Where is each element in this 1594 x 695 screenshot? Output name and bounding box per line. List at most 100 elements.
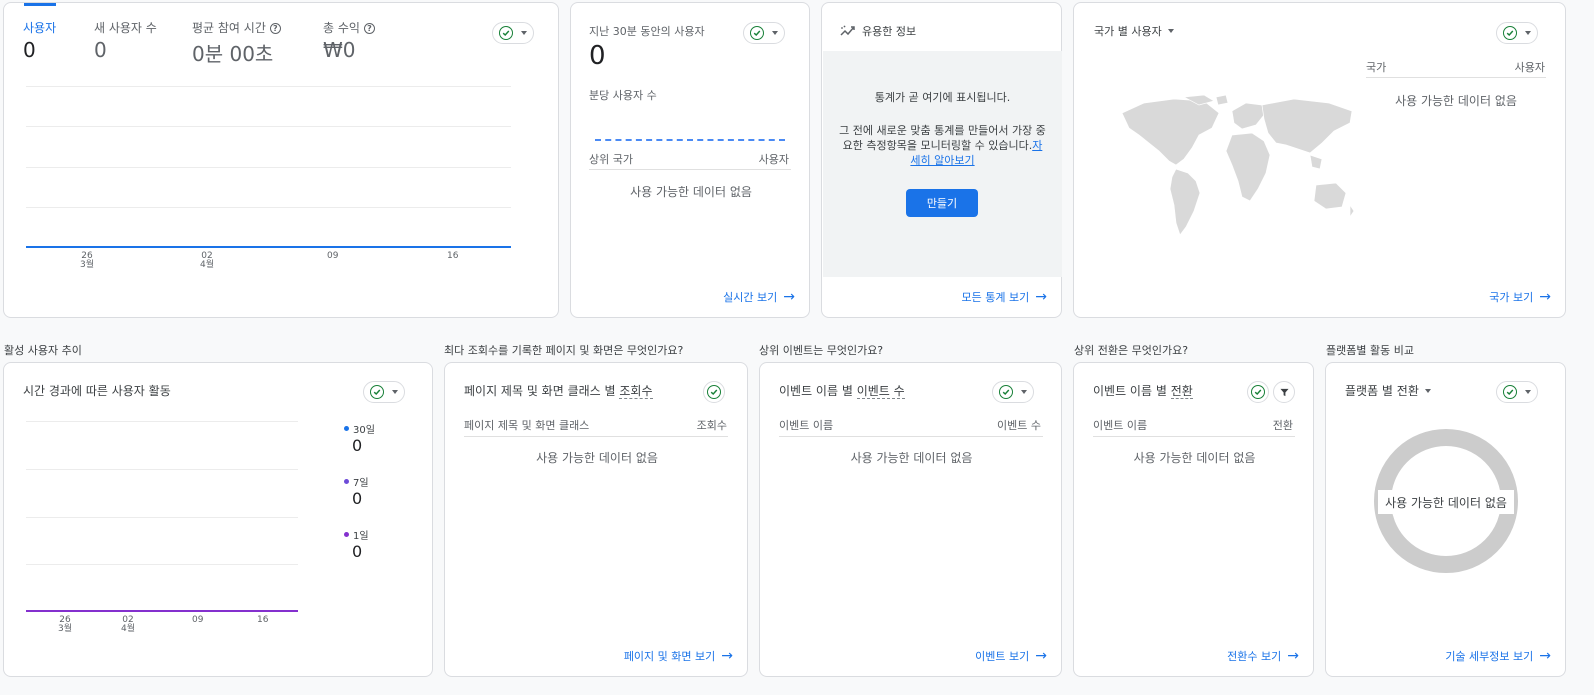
section-events: 상위 이벤트는 무엇인가요? <box>759 344 884 357</box>
x-tick: 16 <box>447 251 459 261</box>
help-icon[interactable]: ? <box>363 23 375 34</box>
arrow-right-icon: → <box>783 289 795 305</box>
divider <box>779 436 1043 437</box>
view-all-insights-link[interactable]: 모든 통계 보기 → <box>962 289 1047 305</box>
realtime-title: 지난 30분 동안의 사용자 <box>589 25 705 38</box>
card-options-dropdown[interactable] <box>1496 381 1538 403</box>
check-circle-icon <box>1503 26 1517 40</box>
view-countries-link[interactable]: 국가 보기 → <box>1489 289 1551 305</box>
tab-revenue[interactable]: 총 수익? ₩0 <box>323 19 375 62</box>
card-options-dropdown[interactable] <box>743 22 785 44</box>
check-circle-icon <box>999 385 1013 399</box>
platform-metric-selector[interactable]: 플랫폼 별 전환 <box>1345 382 1431 399</box>
card-options-dropdown[interactable] <box>1496 22 1538 44</box>
tab-new-users[interactable]: 새 사용자 수 0 <box>94 19 157 62</box>
trending-icon <box>840 25 855 36</box>
grid-line <box>26 207 511 208</box>
col-conversions: 전환 <box>1272 419 1293 432</box>
card-options-button[interactable] <box>1247 381 1269 403</box>
world-map <box>1121 94 1355 236</box>
conversions-card: 이벤트 이름 별 전환 이벤트 이름 전환 사용 가능한 데이터 없음 전환수 … <box>1073 362 1314 677</box>
chevron-down-icon <box>1167 29 1174 33</box>
chart-line-users <box>26 246 511 248</box>
tab-engagement-time[interactable]: 평균 참여 시간? 0분 00초 <box>192 19 281 67</box>
country-card: 국가 별 사용자 국가 사용자 사용 가능한 데이터 없음 국가 보기 → <box>1073 2 1566 318</box>
tab-users[interactable]: 사용자 0 <box>23 19 56 62</box>
col-users: 사용자 <box>1514 61 1545 74</box>
grid-line <box>26 469 298 470</box>
card-options-dropdown[interactable] <box>992 381 1034 403</box>
view-conversions-link[interactable]: 전환수 보기 → <box>1227 648 1299 664</box>
no-data-text: 사용 가능한 데이터 없음 <box>630 185 752 199</box>
x-tick: 02 4월 <box>200 251 215 270</box>
grid-line <box>26 564 298 565</box>
realtime-value: 0 <box>589 41 606 71</box>
view-all-insights-label: 모든 통계 보기 <box>961 291 1030 304</box>
x-tick: 26 3월 <box>80 251 95 270</box>
insights-line1: 통계가 곧 여기에 표시됩니다. <box>874 91 1011 104</box>
country-metric-selector[interactable]: 국가 별 사용자 <box>1094 23 1174 39</box>
view-tech-details-label: 기술 세부정보 보기 <box>1445 650 1534 663</box>
events-title-metric[interactable]: 이벤트 수 <box>856 384 905 399</box>
tab-revenue-label: 총 수익 <box>323 21 360 35</box>
create-button[interactable]: 만들기 <box>906 189 978 217</box>
events-title: 이벤트 이름 별 이벤트 수 <box>779 382 905 399</box>
view-realtime-link[interactable]: 실시간 보기 → <box>723 289 795 305</box>
insights-title: 유용한 정보 <box>862 25 917 38</box>
realtime-card: 지난 30분 동안의 사용자 0 분당 사용자 수 상위 국가 사용자 사용 가… <box>570 2 810 318</box>
pages-title-metric[interactable]: 조회수 <box>619 384 653 399</box>
insights-header: 유용한 정보 <box>840 23 916 39</box>
col-users: 사용자 <box>758 153 789 166</box>
no-data-text: 사용 가능한 데이터 없음 <box>1395 94 1517 108</box>
card-options-dropdown[interactable] <box>363 381 405 403</box>
tab-users-value: 0 <box>23 38 36 62</box>
insights-line2: 그 전에 새로운 맞춤 통계를 만들어서 가장 중요한 측정항목을 모니터링할 … <box>838 123 1047 168</box>
tab-engagement-time-value: 0분 00초 <box>192 42 274 66</box>
help-icon[interactable]: ? <box>269 23 281 34</box>
no-data-text: 사용 가능한 데이터 없음 <box>536 451 658 465</box>
per-minute-label: 분당 사용자 수 <box>589 89 657 102</box>
arrow-right-icon: → <box>1539 648 1551 664</box>
chevron-down-icon <box>1021 390 1027 394</box>
pages-card: 페이지 제목 및 화면 클래스 별 조회수 페이지 제목 및 화면 클래스 조회… <box>444 362 748 677</box>
col-top-country: 상위 국가 <box>589 153 633 166</box>
arrow-right-icon: → <box>1035 648 1047 664</box>
view-pages-link[interactable]: 페이지 및 화면 보기 → <box>624 648 733 664</box>
pages-title: 페이지 제목 및 화면 클래스 별 조회수 <box>464 382 653 399</box>
col-event-name: 이벤트 이름 <box>1093 419 1148 432</box>
card-options-dropdown[interactable] <box>492 22 534 44</box>
x-tick: 02 4월 <box>121 615 136 634</box>
legend-7-day: 7일 0 <box>344 474 369 508</box>
legend-dot <box>344 479 349 484</box>
col-page-title: 페이지 제목 및 화면 클래스 <box>464 419 590 432</box>
country-title: 국가 별 사용자 <box>1094 25 1162 38</box>
chevron-down-icon <box>1424 388 1431 393</box>
x-tick: 16 <box>257 615 269 625</box>
col-event-count: 이벤트 수 <box>997 419 1041 432</box>
conversions-title-metric[interactable]: 전환 <box>1170 384 1193 399</box>
card-options-button[interactable] <box>703 381 725 403</box>
view-countries-label: 국가 보기 <box>1489 291 1534 304</box>
section-conversions: 상위 전환은 무엇인가요? <box>1074 344 1189 357</box>
events-card: 이벤트 이름 별 이벤트 수 이벤트 이름 이벤트 수 사용 가능한 데이터 없… <box>759 362 1062 677</box>
section-pages: 최다 조회수를 기록한 페이지 및 화면은 무엇인가요? <box>444 344 684 357</box>
x-tick: 09 <box>327 251 339 261</box>
platform-title: 플랫폼 별 전환 <box>1345 384 1419 398</box>
col-country: 국가 <box>1366 61 1387 74</box>
x-tick: 26 3월 <box>58 615 73 634</box>
legend-label: 30일 <box>353 425 375 436</box>
x-tick: 09 <box>192 615 204 625</box>
filter-button[interactable] <box>1273 381 1295 403</box>
view-events-link[interactable]: 이벤트 보기 → <box>975 648 1047 664</box>
overview-card: 사용자 0 새 사용자 수 0 평균 참여 시간? 0분 00초 총 수익? ₩… <box>3 2 559 318</box>
chevron-down-icon <box>521 31 527 35</box>
insights-line2-text: 그 전에 새로운 맞춤 통계를 만들어서 가장 중요한 측정항목을 모니터링할 … <box>839 124 1046 152</box>
conversions-title: 이벤트 이름 별 전환 <box>1093 382 1193 399</box>
chevron-down-icon <box>772 31 778 35</box>
arrow-right-icon: → <box>1539 289 1551 305</box>
legend-label: 1일 <box>353 531 369 542</box>
legend-label: 7일 <box>353 478 369 489</box>
legend-1-day: 1일 0 <box>344 527 369 561</box>
view-tech-details-link[interactable]: 기술 세부정보 보기 → <box>1445 648 1551 664</box>
chevron-down-icon <box>392 390 398 394</box>
